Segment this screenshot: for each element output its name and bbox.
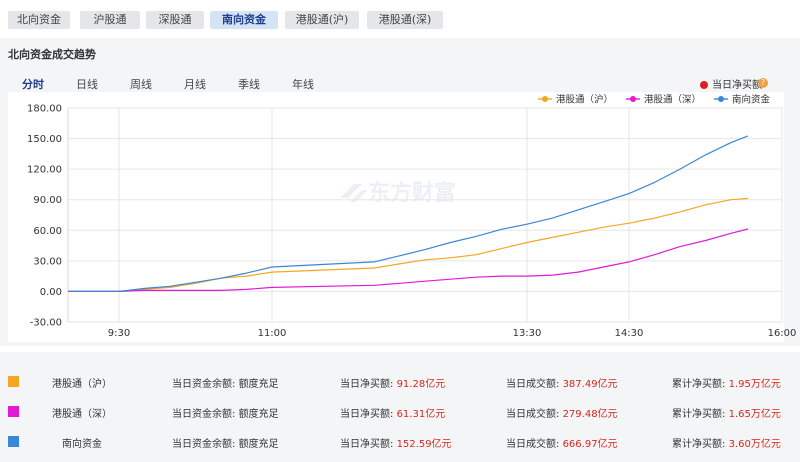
net-buy-cell: 当日净买额: 152.59亿元: [340, 439, 452, 450]
period-tab-yearly[interactable]: 年线: [292, 76, 314, 92]
y-tick-label: 120.00: [27, 165, 62, 176]
legend-label: 港股通（沪）: [556, 94, 613, 106]
chart-background: [8, 92, 784, 342]
tab-southbound[interactable]: 南向资金: [210, 11, 278, 29]
balance-cell: 当日资金余额: 额度充足: [172, 379, 279, 390]
tab-hk-sz[interactable]: 港股通(深): [367, 11, 443, 29]
hk-sh-swatch-icon: [8, 376, 19, 387]
x-tick-label: 11:00: [258, 328, 287, 339]
row-name: 港股通（沪）: [52, 379, 112, 390]
tab-sh-connect[interactable]: 沪股通: [80, 11, 140, 29]
top-tab-bar: 北向资金 沪股通 深股通 南向资金 港股通(沪) 港股通(深): [0, 0, 800, 38]
tab-hk-sh[interactable]: 港股通(沪): [285, 11, 359, 29]
trend-chart: 东方财富 180.00 150.00 120.00 90.00 60.00 30.00 0.…: [8, 92, 797, 342]
svg-text:东方财富: 东方财富: [368, 180, 456, 206]
legend-marker: [718, 96, 724, 102]
panel-title: 北向资金成交趋势: [8, 48, 96, 61]
x-tick-label: 9:30: [108, 328, 130, 339]
turnover-cell: 当日成交额: 666.97亿元: [506, 439, 618, 450]
period-tab-monthly[interactable]: 月线: [184, 76, 206, 92]
net-buy-dot-icon: [700, 81, 708, 89]
balance-cell: 当日资金余额: 额度充足: [172, 409, 279, 420]
southbound-swatch-icon: [8, 436, 19, 447]
legend-label: 港股通（深）: [644, 94, 701, 106]
y-tick-label: -30.00: [30, 318, 62, 329]
x-tick-label: 13:30: [513, 328, 542, 339]
net-buy-legend: 当日净买额: [700, 76, 762, 91]
net-buy-label: 当日净买额: [712, 80, 762, 91]
y-tick-label: 180.00: [27, 104, 62, 115]
y-tick-label: 150.00: [27, 134, 62, 145]
net-buy-cell: 当日净买额: 91.28亿元: [340, 379, 446, 390]
y-tick-label: 60.00: [33, 226, 62, 237]
cumulative-cell: 累计净买额: 1.65万亿元: [672, 409, 781, 420]
row-name: 港股通（深）: [52, 409, 112, 420]
net-buy-cell: 当日净买额: 61.31亿元: [340, 409, 446, 420]
tab-sz-connect[interactable]: 深股通: [146, 11, 204, 29]
chart-legend: 港股通（沪） 港股通（深） 南向资金: [538, 94, 771, 106]
legend-marker: [630, 96, 636, 102]
x-tick-label: 16:00: [768, 328, 797, 339]
tab-northbound[interactable]: 北向资金: [8, 11, 70, 29]
period-tab-daily[interactable]: 日线: [76, 76, 98, 92]
row-name: 南向资金: [62, 439, 102, 450]
period-tab-quarterly[interactable]: 季线: [238, 76, 260, 92]
hk-sz-swatch-icon: [8, 406, 19, 417]
y-tick-label: 30.00: [33, 256, 62, 267]
turnover-cell: 当日成交额: 387.49亿元: [506, 379, 618, 390]
period-tab-weekly[interactable]: 周线: [130, 76, 152, 92]
legend-marker: [542, 96, 548, 102]
y-tick-label: 90.00: [33, 195, 62, 206]
balance-cell: 当日资金余额: 额度充足: [172, 439, 279, 450]
turnover-cell: 当日成交额: 279.48亿元: [506, 409, 618, 420]
legend-label: 南向资金: [732, 94, 771, 106]
y-tick-label: 0.00: [40, 287, 62, 298]
cumulative-cell: 累计净买额: 1.95万亿元: [672, 379, 781, 390]
summary-table: 港股通（沪） 当日资金余额: 额度充足 当日净买额: 91.28亿元 当日成交额…: [0, 352, 800, 462]
period-tab-intraday[interactable]: 分时: [22, 76, 44, 92]
summary-row-southbound: 南向资金 当日资金余额: 额度充足 当日净买额: 152.59亿元 当日成交额:…: [0, 424, 800, 460]
cumulative-cell: 累计净买额: 3.60万亿元: [672, 439, 781, 450]
help-icon[interactable]: ?: [758, 78, 768, 88]
x-tick-label: 14:30: [615, 328, 644, 339]
